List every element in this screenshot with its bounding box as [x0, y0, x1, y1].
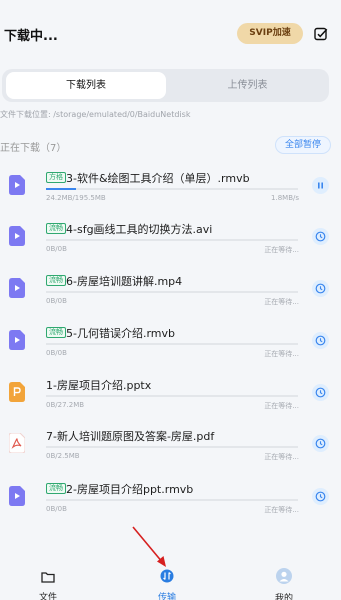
video-file-icon — [9, 278, 25, 298]
pause-all-button[interactable]: 全部暂停 — [275, 136, 331, 154]
download-item[interactable]: 方格 3-软件&绘图工具介绍（单层）.rmvb 24.2MB/195.5MB 1.8M… — [0, 160, 341, 212]
file-name: 2-房屋项目介绍ppt.rmvb — [66, 483, 194, 496]
download-item[interactable]: 流畅 2-房屋项目介绍ppt.rmvb 0B/0B 正在等待... — [0, 471, 341, 523]
downloading-section-header: 正在下载（7） 全部暂停 — [0, 134, 341, 156]
progress-bar — [46, 499, 298, 501]
progress-bar — [46, 188, 298, 190]
progress-bar — [46, 291, 298, 293]
page-title: 下载中... — [4, 29, 58, 44]
download-item[interactable]: 7-新人培训题原图及答案-房屋.pdf 0B/2.5MB 正在等待... — [0, 418, 341, 470]
transfer-tabs: 下载列表 上传列表 — [2, 69, 329, 102]
nav-files-label: 文件 — [38, 593, 57, 600]
progress-fill — [46, 188, 77, 190]
nav-transfer[interactable]: 传输 — [137, 568, 197, 600]
video-file-icon — [9, 486, 25, 506]
file-size: 0B/27.2MB — [46, 401, 85, 409]
avatar-icon — [276, 568, 292, 584]
quality-badge: 流畅 — [46, 483, 66, 494]
waiting-clock-icon[interactable] — [312, 384, 329, 401]
file-size: 24.2MB/195.5MB — [46, 194, 106, 202]
nav-me[interactable]: 我的 — [254, 568, 314, 600]
waiting-clock-icon[interactable] — [312, 488, 329, 505]
download-item[interactable]: 流畅 6-房屋培训题讲解.mp4 0B/0B 正在等待... — [0, 263, 341, 315]
download-status: 正在等待... — [264, 506, 299, 514]
transfer-icon — [160, 569, 174, 583]
progress-bar — [46, 343, 298, 345]
nav-transfer-label: 传输 — [157, 593, 176, 600]
download-status: 正在等待... — [264, 298, 299, 306]
file-name: 3-软件&绘图工具介绍（单层）.rmvb — [66, 172, 250, 185]
tab-upload-list[interactable]: 上传列表 — [170, 72, 325, 99]
quality-badge: 流畅 — [46, 275, 66, 286]
progress-bar — [46, 395, 298, 397]
pause-icon[interactable] — [312, 177, 329, 194]
multi-select-icon[interactable] — [314, 27, 328, 41]
download-status: 正在等待... — [264, 453, 299, 461]
download-item[interactable]: 流畅 4-sfg画线工具的切换方法.avi 0B/0B 正在等待... — [0, 211, 341, 263]
file-size: 0B/0B — [46, 349, 67, 357]
file-name: 7-新人培训题原图及答案-房屋.pdf — [46, 430, 215, 443]
downloading-count-label: 正在下载（7） — [0, 143, 67, 154]
waiting-clock-icon[interactable] — [312, 435, 329, 452]
pdf-file-icon — [8, 432, 26, 454]
waiting-clock-icon[interactable] — [312, 332, 329, 349]
bottom-navigation: 文件 传输 我的 — [0, 560, 341, 600]
waiting-clock-icon[interactable] — [312, 280, 329, 297]
ppt-file-icon — [9, 382, 25, 402]
file-size: 0B/0B — [46, 245, 67, 253]
waiting-clock-icon[interactable] — [312, 228, 329, 245]
video-file-icon — [9, 226, 25, 246]
quality-badge: 流畅 — [46, 223, 66, 234]
file-name: 6-房屋培训题讲解.mp4 — [66, 275, 183, 288]
file-size: 0B/2.5MB — [46, 452, 80, 460]
download-status: 正在等待... — [264, 402, 299, 410]
nav-files[interactable]: 文件 — [18, 568, 78, 600]
svip-accelerate-button[interactable]: SVIP加速 — [237, 23, 303, 44]
file-name: 4-sfg画线工具的切换方法.avi — [66, 223, 213, 236]
download-item[interactable]: 流畅 5-几何错误介绍.rmvb 0B/0B 正在等待... — [0, 315, 341, 367]
quality-badge: 流畅 — [46, 327, 66, 338]
file-name: 5-几何错误介绍.rmvb — [66, 327, 176, 340]
tab-download-list[interactable]: 下载列表 — [6, 72, 166, 99]
download-status: 1.8MB/s — [271, 194, 299, 202]
download-item[interactable]: 1-房屋项目介绍.pptx 0B/27.2MB 正在等待... — [0, 367, 341, 419]
quality-badge: 方格 — [46, 172, 66, 183]
file-size: 0B/0B — [46, 505, 67, 513]
top-bar: 下载中... SVIP加速 — [0, 0, 341, 60]
folder-icon — [41, 572, 55, 583]
nav-me-label: 我的 — [274, 594, 293, 600]
video-file-icon — [9, 330, 25, 350]
download-status: 正在等待... — [264, 246, 299, 254]
progress-bar — [46, 239, 298, 241]
progress-bar — [46, 446, 298, 448]
download-status: 正在等待... — [264, 350, 299, 358]
file-size: 0B/0B — [46, 297, 67, 305]
video-file-icon — [9, 175, 25, 195]
file-name: 1-房屋项目介绍.pptx — [46, 379, 152, 392]
download-location-text: 文件下载位置: /storage/emulated/0/BaiduNetdisk — [0, 110, 191, 119]
